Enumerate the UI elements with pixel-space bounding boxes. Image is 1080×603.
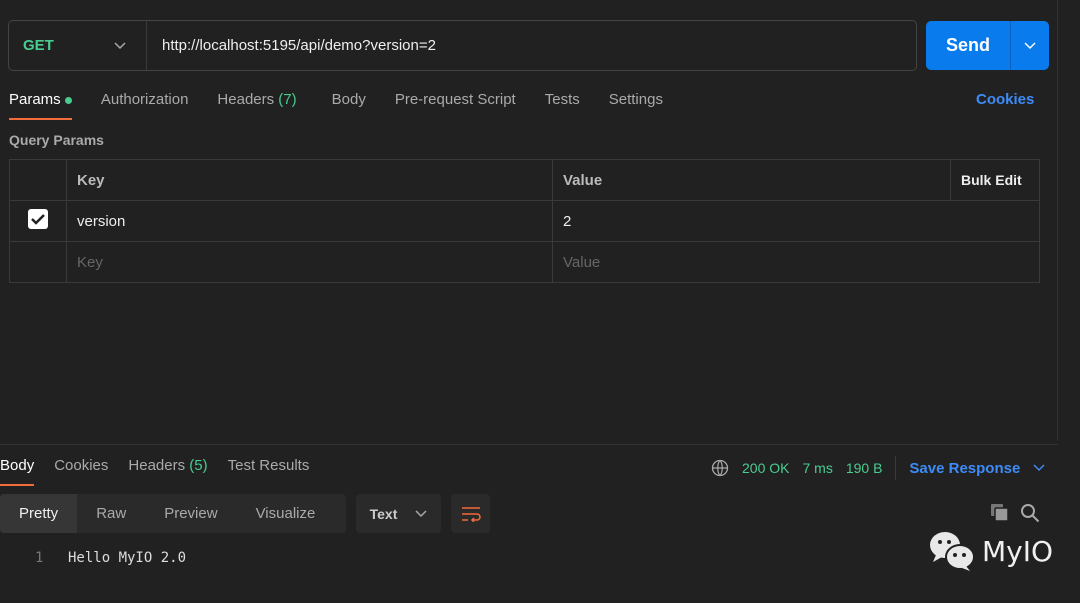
watermark: MyIO <box>928 530 1053 572</box>
headers-count: (5) <box>189 457 208 474</box>
send-button-group: Send <box>926 21 1049 70</box>
copy-icon[interactable] <box>990 503 1010 523</box>
send-button[interactable]: Send <box>926 21 1011 70</box>
divider <box>0 444 1058 445</box>
divider <box>895 456 897 480</box>
url-input[interactable]: http://localhost:5195/api/demo?version=2 <box>147 37 436 54</box>
response-body-line: Hello MyIO 2.0 <box>68 550 187 566</box>
row-checkbox-empty <box>9 241 67 283</box>
tab-headers[interactable]: Headers (7) <box>217 91 296 110</box>
tab-test-results[interactable]: Test Results <box>228 457 310 476</box>
bulk-edit-button[interactable]: Bulk Edit <box>950 159 1040 201</box>
tab-params[interactable]: Params <box>9 91 72 120</box>
wrap-lines-icon <box>461 506 481 522</box>
request-tabs: Params Authorization Headers (7) Body Pr… <box>9 91 692 120</box>
response-time[interactable]: 7 ms <box>802 460 832 476</box>
save-response-button[interactable]: Save Response <box>909 460 1020 477</box>
wechat-icon <box>930 532 975 571</box>
response-size[interactable]: 190 B <box>846 460 883 476</box>
tab-settings[interactable]: Settings <box>609 91 663 110</box>
checkbox-header <box>9 159 67 201</box>
method-label: GET <box>23 37 54 54</box>
chevron-down-icon <box>114 41 126 49</box>
params-dot-icon <box>64 96 72 104</box>
param-value[interactable]: 2 <box>552 200 1040 242</box>
key-header: Key <box>66 159 553 201</box>
response-status-bar: 200 OK 7 ms 190 B Save Response <box>711 456 1045 480</box>
tab-response-headers[interactable]: Headers (5) <box>128 457 207 476</box>
tab-response-body[interactable]: Body <box>0 457 35 486</box>
table-row-empty: Key Value <box>9 241 1040 283</box>
wrap-lines-button[interactable] <box>451 494 490 533</box>
view-raw[interactable]: Raw <box>77 494 145 533</box>
tab-tests[interactable]: Tests <box>545 91 580 110</box>
chevron-down-icon <box>1024 41 1036 49</box>
cookies-link[interactable]: Cookies <box>976 91 1034 108</box>
tab-label: Params <box>9 91 61 108</box>
value-placeholder[interactable]: Value <box>552 241 1040 283</box>
tab-authorization[interactable]: Authorization <box>101 91 189 110</box>
line-number: 1 <box>35 550 44 566</box>
checkbox-checked-icon <box>28 209 48 229</box>
watermark-text: MyIO <box>982 534 1054 568</box>
status-code[interactable]: 200 OK <box>742 460 789 476</box>
tab-label: Headers <box>128 457 186 474</box>
tab-pre-request-script[interactable]: Pre-request Script <box>395 91 516 110</box>
view-preview[interactable]: Preview <box>145 494 236 533</box>
table-header-row: Key Value Bulk Edit <box>9 159 1040 201</box>
format-select[interactable]: Text <box>356 494 441 533</box>
view-visualize[interactable]: Visualize <box>237 494 335 533</box>
request-bar: GET http://localhost:5195/api/demo?versi… <box>8 20 917 71</box>
table-row: version 2 <box>9 200 1040 242</box>
view-mode-selector: Pretty Raw Preview Visualize <box>0 494 346 533</box>
param-key[interactable]: version <box>66 200 553 242</box>
method-select[interactable]: GET <box>9 21 147 70</box>
view-pretty[interactable]: Pretty <box>0 494 78 533</box>
send-options-button[interactable] <box>1011 21 1049 70</box>
tab-response-cookies[interactable]: Cookies <box>54 457 108 476</box>
search-icon[interactable] <box>1020 503 1040 523</box>
globe-icon[interactable] <box>711 459 729 477</box>
tab-label: Headers <box>217 91 275 108</box>
key-placeholder[interactable]: Key <box>66 241 553 283</box>
value-header: Value <box>552 159 951 201</box>
divider <box>1057 0 1058 440</box>
format-label: Text <box>369 505 398 522</box>
query-params-title: Query Params <box>9 132 104 148</box>
chevron-down-icon <box>415 509 427 517</box>
query-params-table: Key Value Bulk Edit version 2 Key Value <box>9 159 1040 283</box>
chevron-down-icon[interactable] <box>1033 464 1045 472</box>
headers-count: (7) <box>278 91 297 108</box>
row-checkbox[interactable] <box>9 200 67 242</box>
response-tabs: Body Cookies Headers (5) Test Results <box>0 457 338 486</box>
tab-body[interactable]: Body <box>332 91 366 110</box>
